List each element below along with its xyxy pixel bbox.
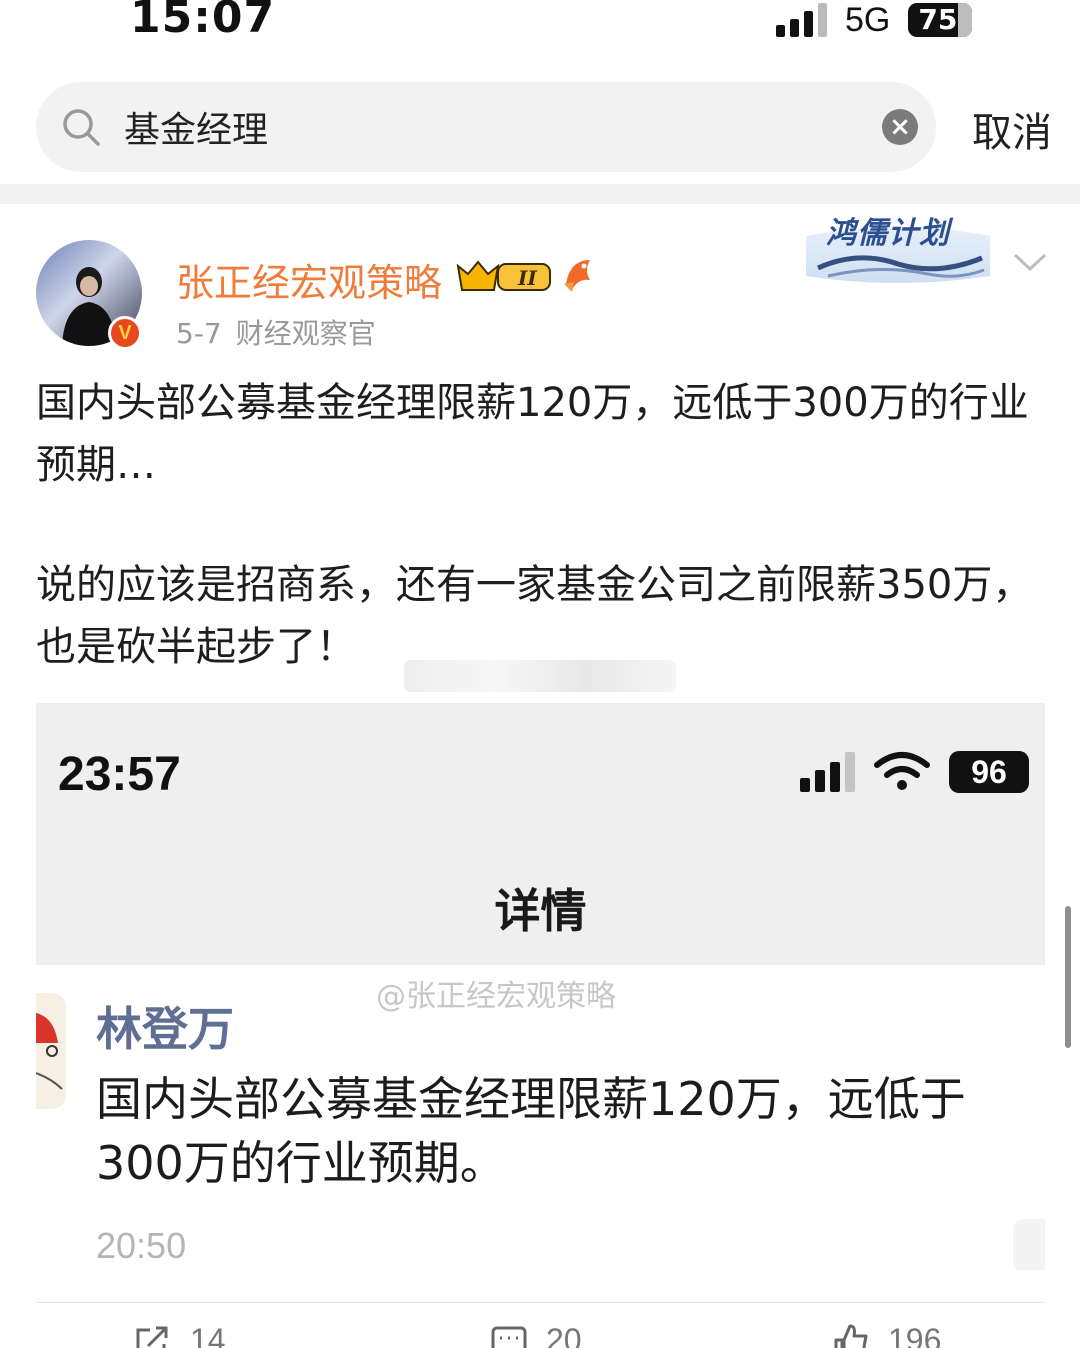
- search-input[interactable]: [124, 102, 864, 152]
- embedded-battery: 96: [949, 751, 1029, 793]
- commenter-avatar: [36, 993, 66, 1109]
- campaign-label: 鸿儒计划: [826, 216, 950, 251]
- author-name[interactable]: 张正经宏观策略: [176, 252, 442, 307]
- redacted-blur: [404, 660, 676, 692]
- scrollbar[interactable]: [1065, 906, 1071, 1048]
- watermark: @张正经宏观策略: [376, 979, 616, 1014]
- comment-button[interactable]: 20: [490, 1322, 582, 1348]
- koi-icon: [564, 260, 590, 292]
- embedded-edge-element: [1013, 1219, 1045, 1270]
- post-meta: 5-7 财经观察官: [176, 312, 376, 352]
- repost-icon: [136, 1326, 168, 1348]
- like-button[interactable]: 196: [832, 1322, 941, 1348]
- like-count: 196: [888, 1322, 942, 1348]
- comment-count: 20: [546, 1322, 582, 1348]
- comment-time: 20:50: [96, 1225, 187, 1266]
- search-bar[interactable]: ×: [36, 82, 936, 172]
- comment-text: 国内头部公募基金经理限薪120万，远低于300万的行业预期。: [96, 1072, 966, 1190]
- member-level: II: [517, 266, 537, 290]
- comment-icon: [491, 1326, 527, 1348]
- repost-button[interactable]: 14: [134, 1322, 226, 1348]
- post-text: 国内头部公募基金经理限薪120万，远低于300万的行业预期… 说的应该是招商系，…: [36, 372, 1046, 678]
- battery-icon: 75: [908, 3, 973, 37]
- chevron-down-icon[interactable]: [1012, 250, 1048, 274]
- member-crown-icon: II: [456, 260, 551, 291]
- network-label: 5G: [845, 0, 891, 39]
- embedded-header: 23:57 96 详情: [36, 703, 1045, 965]
- embedded-status: 96: [800, 751, 1029, 793]
- cancel-button[interactable]: 取消: [972, 100, 1052, 158]
- wifi-icon: [874, 752, 930, 790]
- clear-search-icon[interactable]: ×: [882, 109, 918, 145]
- status-indicators: 5G 75: [776, 0, 973, 40]
- repost-count: 14: [190, 1322, 226, 1348]
- signal-icon: [776, 3, 827, 37]
- embedded-signal-icon: [800, 752, 855, 792]
- battery-level: 75: [918, 3, 958, 36]
- like-icon: [834, 1324, 868, 1348]
- post-source[interactable]: 财经观察官: [236, 317, 376, 350]
- status-bar: 15:07 5G 75: [0, 0, 1080, 60]
- post-separator: [36, 1302, 1045, 1303]
- action-bar: 14 20 196: [0, 1322, 1080, 1348]
- post-image[interactable]: 23:57 96 详情 @张正经宏观策略 林登万 国内头部公募基金经理限薪120…: [36, 703, 1045, 1270]
- embedded-time: 23:57: [58, 748, 181, 801]
- status-time: 15:07: [130, 0, 276, 43]
- commenter-name: 林登万: [96, 1002, 234, 1056]
- post-date: 5-7: [176, 317, 222, 350]
- post-paragraph: 国内头部公募基金经理限薪120万，远低于300万的行业预期…: [36, 380, 1029, 488]
- search-icon: [63, 109, 100, 146]
- verified-badge: V: [108, 316, 142, 350]
- embedded-title: 详情: [494, 884, 587, 938]
- section-divider: [0, 184, 1080, 204]
